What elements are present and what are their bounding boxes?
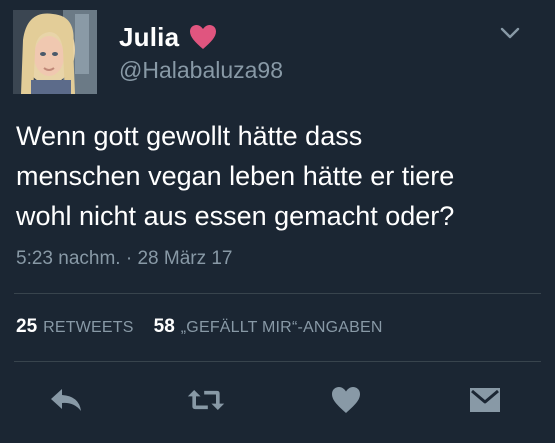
chevron-down-icon[interactable] [499, 25, 521, 41]
avatar-image [13, 10, 97, 94]
tweet-stats: 25 RETWEETS 58 „GEFÄLLT MIR“-ANGABEN [16, 316, 383, 338]
heart-icon [189, 24, 217, 50]
action-bar [0, 380, 555, 420]
reply-icon [51, 389, 81, 411]
tweet-text-line: Wenn gott gewollt hätte dass [16, 121, 363, 151]
tweet-text: Wenn gott gewollt hätte dass menschen ve… [16, 116, 546, 236]
display-name[interactable]: Julia [119, 22, 179, 53]
tweet-text-line: menschen vegan leben hätte er tiere [16, 161, 455, 191]
avatar[interactable] [13, 10, 97, 94]
likes-stat[interactable]: 58 „GEFÄLLT MIR“-ANGABEN [154, 316, 383, 338]
like-button[interactable] [326, 380, 366, 420]
user-handle[interactable]: @Halabaluza98 [119, 57, 283, 84]
retweets-count: 25 [16, 316, 38, 337]
divider [14, 293, 541, 294]
likes-count: 58 [153, 316, 175, 337]
retweets-stat[interactable]: 25 RETWEETS [16, 316, 134, 338]
retweet-button[interactable] [186, 380, 226, 420]
likes-label: „GEFÄLLT MIR“-ANGABEN [180, 319, 383, 336]
tweet-text-line: wohl nicht aus essen gemacht oder? [16, 201, 455, 231]
tweet-card: Julia @Halabaluza98 Wenn gott gewollt hä… [0, 0, 555, 443]
retweet-icon [187, 390, 225, 410]
tweet-timestamp[interactable]: 5:23 nachm. · 28 März 17 [16, 248, 233, 270]
direct-message-button[interactable] [465, 380, 505, 420]
direct-message-icon [470, 388, 500, 412]
like-icon [332, 387, 360, 413]
retweets-label: RETWEETS [43, 319, 134, 336]
name-row: Julia [119, 19, 217, 55]
divider [14, 361, 541, 362]
reply-button[interactable] [46, 380, 86, 420]
